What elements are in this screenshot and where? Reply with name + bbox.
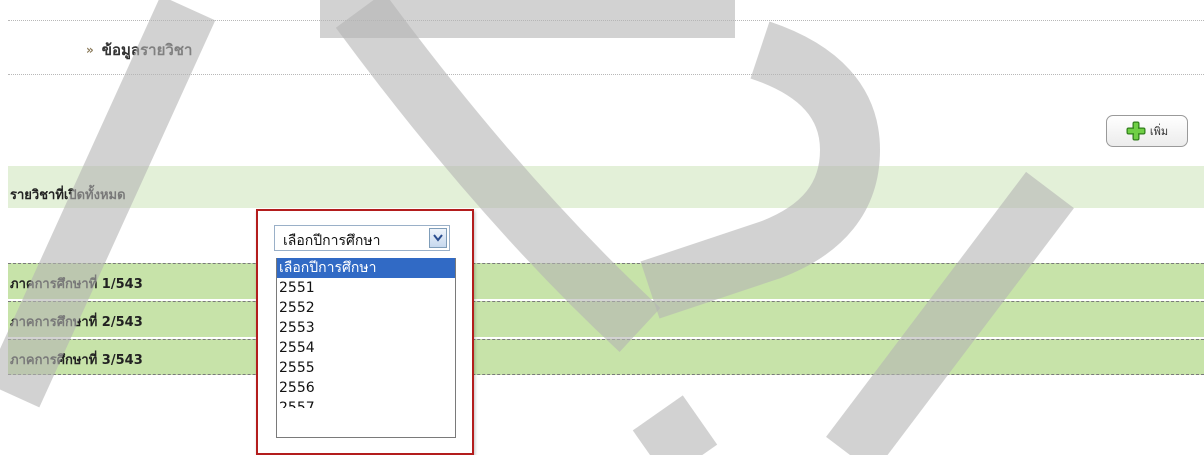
- watermark-graphic: [0, 0, 1074, 455]
- plus-icon: [1126, 121, 1146, 141]
- page-title-text: ข้อมูลรายวิชา: [101, 41, 193, 59]
- semester-label: ภาคการศึกษาที่ 3/543: [10, 353, 143, 368]
- year-options-list[interactable]: เลือกปีการศึกษา 2551 2552 2553 2554 2555…: [276, 258, 456, 438]
- semester-row[interactable]: ภาคการศึกษาที่ 2/543: [8, 301, 1204, 337]
- semester-row[interactable]: ภาคการศึกษาที่ 1/543: [8, 263, 1204, 299]
- chevron-down-icon: [433, 234, 443, 242]
- bullet-arrow-icon: »: [86, 43, 94, 57]
- year-option[interactable]: 2556: [277, 378, 455, 398]
- header-divider: [8, 74, 1204, 75]
- year-select-value: เลือกปีการศึกษา: [283, 233, 381, 249]
- page-title: » ข้อมูลรายวิชา: [86, 38, 192, 62]
- year-option[interactable]: 2554: [277, 338, 455, 358]
- top-divider: [8, 20, 1204, 21]
- year-option[interactable]: เลือกปีการศึกษา: [277, 258, 455, 278]
- year-option[interactable]: 2555: [277, 358, 455, 378]
- semester-row[interactable]: ภาคการศึกษาที่ 3/543: [8, 339, 1204, 375]
- year-option[interactable]: 2553: [277, 318, 455, 338]
- year-option[interactable]: 2552: [277, 298, 455, 318]
- add-button[interactable]: เพิ่ม: [1106, 115, 1188, 147]
- year-select[interactable]: เลือกปีการศึกษา: [274, 225, 450, 251]
- year-option[interactable]: 2557: [277, 398, 455, 408]
- semester-label: ภาคการศึกษาที่ 2/543: [10, 315, 143, 330]
- section-title: รายวิชาที่เปิดทั้งหมด: [10, 188, 126, 203]
- year-option[interactable]: 2551: [277, 278, 455, 298]
- add-button-label: เพิ่ม: [1149, 125, 1169, 138]
- semester-label: ภาคการศึกษาที่ 1/543: [10, 277, 143, 292]
- section-header-bar: [8, 166, 1204, 208]
- dropdown-arrow-button[interactable]: [429, 228, 447, 248]
